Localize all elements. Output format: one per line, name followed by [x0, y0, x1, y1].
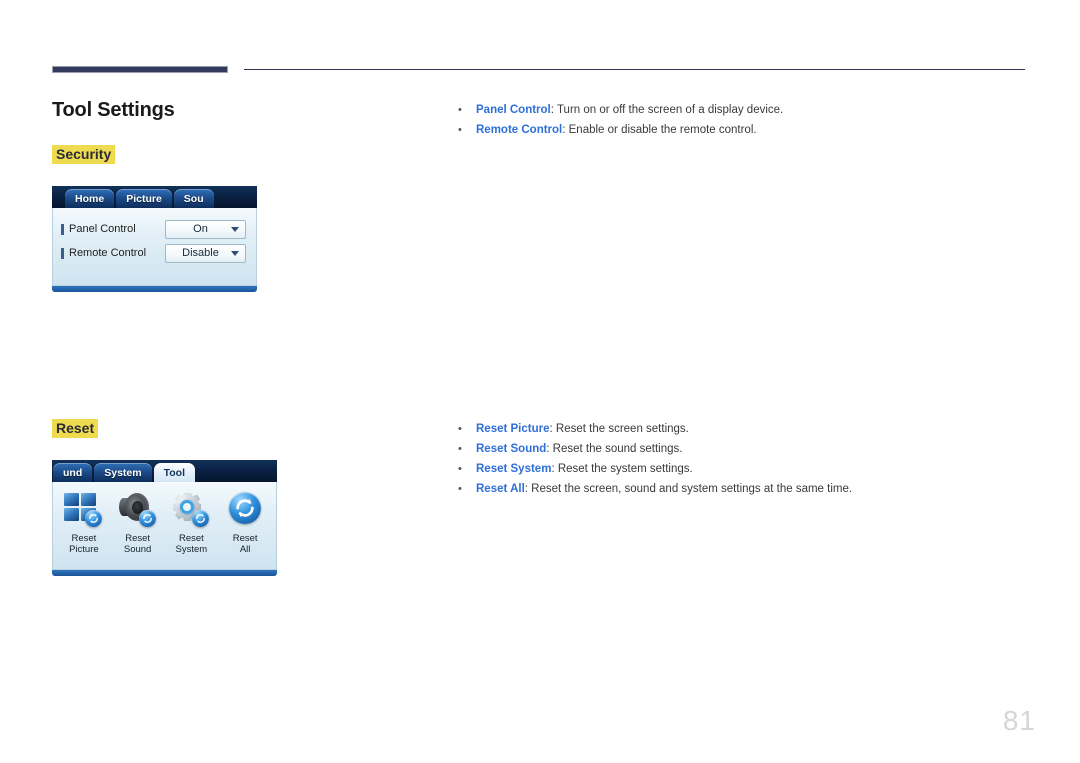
chevron-down-icon: [231, 226, 239, 232]
row-marker-icon: [61, 247, 67, 259]
osd-row-label: Remote Control: [69, 247, 147, 259]
bullet-list-reset: • Reset Picture : Reset the screen setti…: [458, 419, 852, 499]
reset-picture-button[interactable]: Reset Picture: [57, 490, 111, 555]
bullet-dot-icon: •: [458, 124, 462, 136]
header-rule-thin: [244, 69, 1025, 70]
icon-caption-line2: Sound: [123, 544, 152, 555]
page-number: 81: [1002, 705, 1036, 736]
dropdown-value: On: [193, 223, 208, 235]
reset-all-button[interactable]: Reset All: [218, 490, 272, 555]
bullet-term: Reset Sound: [476, 443, 547, 455]
osd-panel-body: Reset Picture Reset Sound Reset System R…: [52, 482, 277, 570]
section-heading-security: Security: [52, 145, 116, 164]
bullet-description: : Enable or disable the remote control.: [562, 124, 757, 136]
bullet-dot-icon: •: [458, 483, 462, 495]
icon-caption-line2: System: [175, 544, 208, 555]
osd-panel-body: Panel Control On Remote Control Disable: [52, 208, 257, 286]
refresh-badge-icon: [84, 510, 102, 527]
osd-tab-home[interactable]: Home: [65, 189, 115, 208]
list-item: • Remote Control : Enable or disable the…: [458, 120, 783, 140]
reset-system-icon: [169, 490, 213, 530]
header-rule-thick: [52, 66, 228, 73]
reset-all-icon: [223, 490, 267, 530]
list-item: • Reset Sound : Reset the sound settings…: [458, 439, 852, 459]
osd-screenshot-reset: und System Tool Reset Picture Reset Soun…: [52, 460, 277, 576]
remote-control-dropdown[interactable]: Disable: [165, 243, 246, 263]
osd-row-label: Panel Control: [69, 223, 136, 235]
osd-tab-bar: Home Picture Sou: [52, 186, 257, 208]
bullet-description: : Turn on or off the screen of a display…: [550, 104, 784, 116]
bullet-description: : Reset the system settings.: [551, 463, 693, 475]
reset-sound-button[interactable]: Reset Sound: [111, 490, 165, 555]
reset-icon-grid: Reset Picture Reset Sound Reset System R…: [57, 490, 272, 555]
refresh-badge-icon: [192, 510, 210, 527]
bullet-description: : Reset the sound settings.: [546, 443, 683, 455]
osd-tab-tool[interactable]: Tool: [153, 463, 195, 482]
osd-tab-bar: und System Tool: [52, 460, 277, 482]
row-marker-icon: [61, 223, 67, 235]
osd-tab-system[interactable]: System: [94, 463, 152, 482]
osd-tab-sound[interactable]: und: [53, 463, 93, 482]
icon-caption-line2: Picture: [69, 544, 99, 555]
list-item: • Reset Picture : Reset the screen setti…: [458, 419, 852, 439]
icon-caption-line1: Reset: [71, 533, 97, 544]
icon-caption-line1: Reset: [232, 533, 258, 544]
reset-system-button[interactable]: Reset System: [165, 490, 219, 555]
dropdown-value: Disable: [182, 247, 219, 259]
bullet-dot-icon: •: [458, 443, 462, 455]
bullet-description: : Reset the screen settings.: [549, 423, 689, 435]
icon-caption-line1: Reset: [125, 533, 151, 544]
list-item: • Reset All : Reset the screen, sound an…: [458, 479, 852, 499]
refresh-icon: [229, 492, 262, 524]
page-title: Tool Settings: [52, 99, 175, 121]
section-heading-reset: Reset: [52, 419, 99, 438]
bullet-dot-icon: •: [458, 463, 462, 475]
bullet-description: : Reset the screen, sound and system set…: [524, 483, 853, 495]
osd-tab-picture[interactable]: Picture: [116, 189, 172, 208]
osd-footer-bar: [52, 570, 277, 576]
refresh-badge-icon: [138, 510, 156, 527]
bullet-term: Reset System: [476, 463, 552, 475]
osd-screenshot-security: Home Picture Sou Panel Control On Remote…: [52, 186, 257, 292]
icon-caption-line2: All: [239, 544, 251, 555]
osd-tab-sound[interactable]: Sou: [173, 189, 214, 208]
icon-caption-line1: Reset: [178, 533, 204, 544]
manual-page: Tool Settings Security • Panel Control :…: [0, 0, 1080, 763]
reset-picture-icon: [62, 490, 106, 530]
bullet-dot-icon: •: [458, 104, 462, 116]
chevron-down-icon: [231, 250, 239, 256]
osd-row-remote-control: Remote Control Disable: [61, 242, 246, 264]
bullet-term: Reset All: [476, 483, 525, 495]
list-item: • Reset System : Reset the system settin…: [458, 459, 852, 479]
panel-control-dropdown[interactable]: On: [165, 219, 246, 239]
osd-footer-bar: [52, 286, 257, 292]
bullet-term: Reset Picture: [476, 423, 550, 435]
bullet-term: Remote Control: [476, 124, 563, 136]
osd-row-panel-control: Panel Control On: [61, 218, 246, 240]
bullet-dot-icon: •: [458, 423, 462, 435]
bullet-list-security: • Panel Control : Turn on or off the scr…: [458, 100, 783, 140]
reset-sound-icon: [116, 490, 160, 530]
list-item: • Panel Control : Turn on or off the scr…: [458, 100, 783, 120]
bullet-term: Panel Control: [476, 104, 551, 116]
